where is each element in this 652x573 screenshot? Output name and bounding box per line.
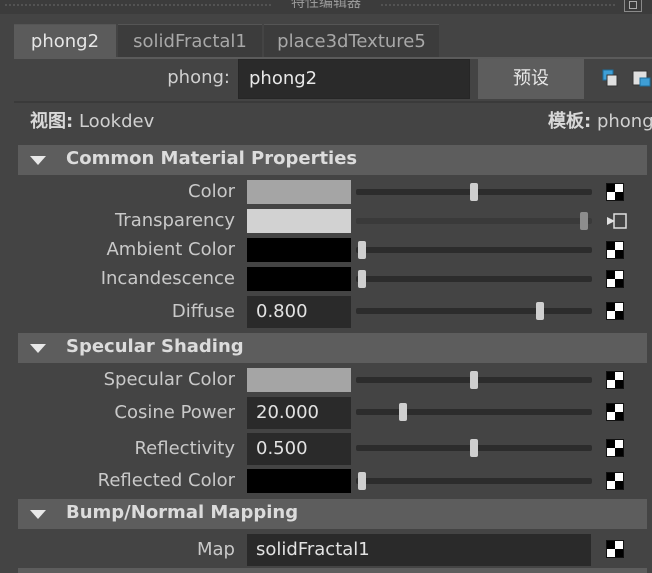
transparency-connected-button[interactable] — [606, 211, 628, 229]
checker-map-icon — [606, 472, 624, 490]
ambient-color-label: Ambient Color — [106, 239, 235, 260]
connected-input-icon — [607, 213, 627, 229]
section-title: Bump/Normal Mapping — [66, 502, 299, 523]
cosine-power-slider[interactable] — [356, 403, 592, 421]
reflected-color-map-button[interactable] — [606, 472, 624, 490]
node-name-row: phong: phong2 预设 — [0, 57, 652, 101]
node-name-field[interactable]: phong2 — [238, 59, 470, 99]
checker-map-icon — [606, 183, 624, 201]
ambient-color-slider[interactable] — [356, 241, 592, 259]
cosine-power-slider-thumb[interactable] — [399, 403, 407, 421]
reflectivity-label: Reflectivity — [134, 438, 235, 459]
preset-button[interactable]: 预设 — [478, 59, 584, 99]
checker-map-icon — [606, 241, 624, 259]
ambient-color-map-button[interactable] — [606, 241, 624, 259]
reflectivity-slider[interactable] — [356, 439, 592, 457]
incandescence-swatch[interactable] — [247, 267, 351, 291]
transparency-slider[interactable] — [356, 212, 592, 230]
collapse-arrow-icon[interactable] — [30, 156, 46, 165]
checker-map-icon — [606, 270, 624, 288]
incandescence-map-button[interactable] — [606, 270, 624, 288]
reflected-color-label: Reflected Color — [97, 470, 235, 491]
color-slider-thumb[interactable] — [470, 183, 478, 201]
view-label: 视图: — [30, 111, 74, 132]
diffuse-slider[interactable] — [356, 302, 592, 320]
copy-tab-icon[interactable] — [632, 69, 652, 87]
template-label: 模板: — [548, 111, 592, 132]
template-value[interactable]: phong — [597, 111, 652, 132]
incandescence-slider[interactable] — [356, 270, 592, 288]
checker-map-icon — [606, 439, 624, 457]
map-label: Map — [197, 539, 235, 560]
color-swatch[interactable] — [247, 180, 351, 204]
transparency-label: Transparency — [114, 210, 235, 231]
title-bar-grip-right — [380, 4, 616, 6]
transparency-swatch[interactable] — [247, 209, 351, 233]
node-type-label: phong: — [167, 67, 230, 88]
window-title-bar: 特性编辑器 — [0, 0, 652, 14]
incandescence-slider-thumb[interactable] — [358, 270, 366, 288]
checker-map-icon — [606, 371, 624, 389]
diffuse-map-button[interactable] — [606, 302, 624, 320]
reflectivity-slider-thumb[interactable] — [470, 439, 478, 457]
section-bump-normal-mapping[interactable]: Bump/Normal Mapping — [18, 499, 647, 529]
bump-map-button[interactable] — [606, 540, 624, 558]
diffuse-field[interactable]: 0.800 — [247, 296, 351, 328]
tab-place3dtexture5[interactable]: place3dTexture5 — [264, 24, 439, 57]
show-hide-icon[interactable] — [602, 69, 618, 87]
collapse-arrow-icon[interactable] — [30, 344, 46, 353]
diffuse-slider-thumb[interactable] — [536, 302, 544, 320]
window-title: 特性编辑器 — [291, 0, 361, 11]
color-label: Color — [188, 181, 235, 202]
color-map-button[interactable] — [606, 183, 624, 201]
checker-map-icon — [606, 302, 624, 320]
specular-color-swatch[interactable] — [247, 368, 351, 392]
tab-solidfractal1[interactable]: solidFractal1 — [118, 24, 262, 57]
cosine-power-label: Cosine Power — [114, 402, 235, 423]
section-common-material-properties[interactable]: Common Material Properties — [18, 145, 647, 175]
specular-color-slider[interactable] — [356, 371, 592, 389]
view-row: 视图: Lookdev — [30, 107, 154, 133]
ambient-color-swatch[interactable] — [247, 238, 351, 262]
reflectivity-map-button[interactable] — [606, 439, 624, 457]
section-specular-shading[interactable]: Specular Shading — [18, 333, 647, 363]
diffuse-label: Diffuse — [171, 301, 235, 322]
view-value[interactable]: Lookdev — [79, 111, 154, 132]
template-row: 模板: phong — [548, 107, 652, 133]
tab-phong2[interactable]: phong2 — [14, 24, 116, 57]
specular-color-label: Specular Color — [103, 369, 235, 390]
reflected-color-swatch[interactable] — [247, 469, 351, 493]
specular-color-slider-thumb[interactable] — [470, 371, 478, 389]
section-title: Common Material Properties — [66, 148, 358, 169]
specular-color-map-button[interactable] — [606, 371, 624, 389]
section-title: Specular Shading — [66, 336, 244, 357]
cosine-power-map-button[interactable] — [606, 403, 624, 421]
transparency-slider-thumb[interactable] — [580, 212, 588, 230]
incandescence-label: Incandescence — [100, 268, 235, 289]
checker-map-icon — [606, 403, 624, 421]
color-slider[interactable] — [356, 183, 592, 201]
float-window-icon[interactable] — [624, 0, 642, 12]
cosine-power-field[interactable]: 20.000 — [247, 397, 351, 429]
ambient-color-slider-thumb[interactable] — [358, 241, 366, 259]
reflected-color-slider-thumb[interactable] — [358, 472, 366, 490]
bump-map-field[interactable]: solidFractal1 — [247, 534, 591, 566]
next-section-edge — [18, 568, 647, 573]
header-divider — [14, 101, 652, 103]
checker-map-icon — [606, 540, 624, 558]
reflectivity-field[interactable]: 0.500 — [247, 433, 351, 465]
collapse-arrow-icon[interactable] — [30, 510, 46, 519]
reflected-color-slider[interactable] — [356, 472, 592, 490]
